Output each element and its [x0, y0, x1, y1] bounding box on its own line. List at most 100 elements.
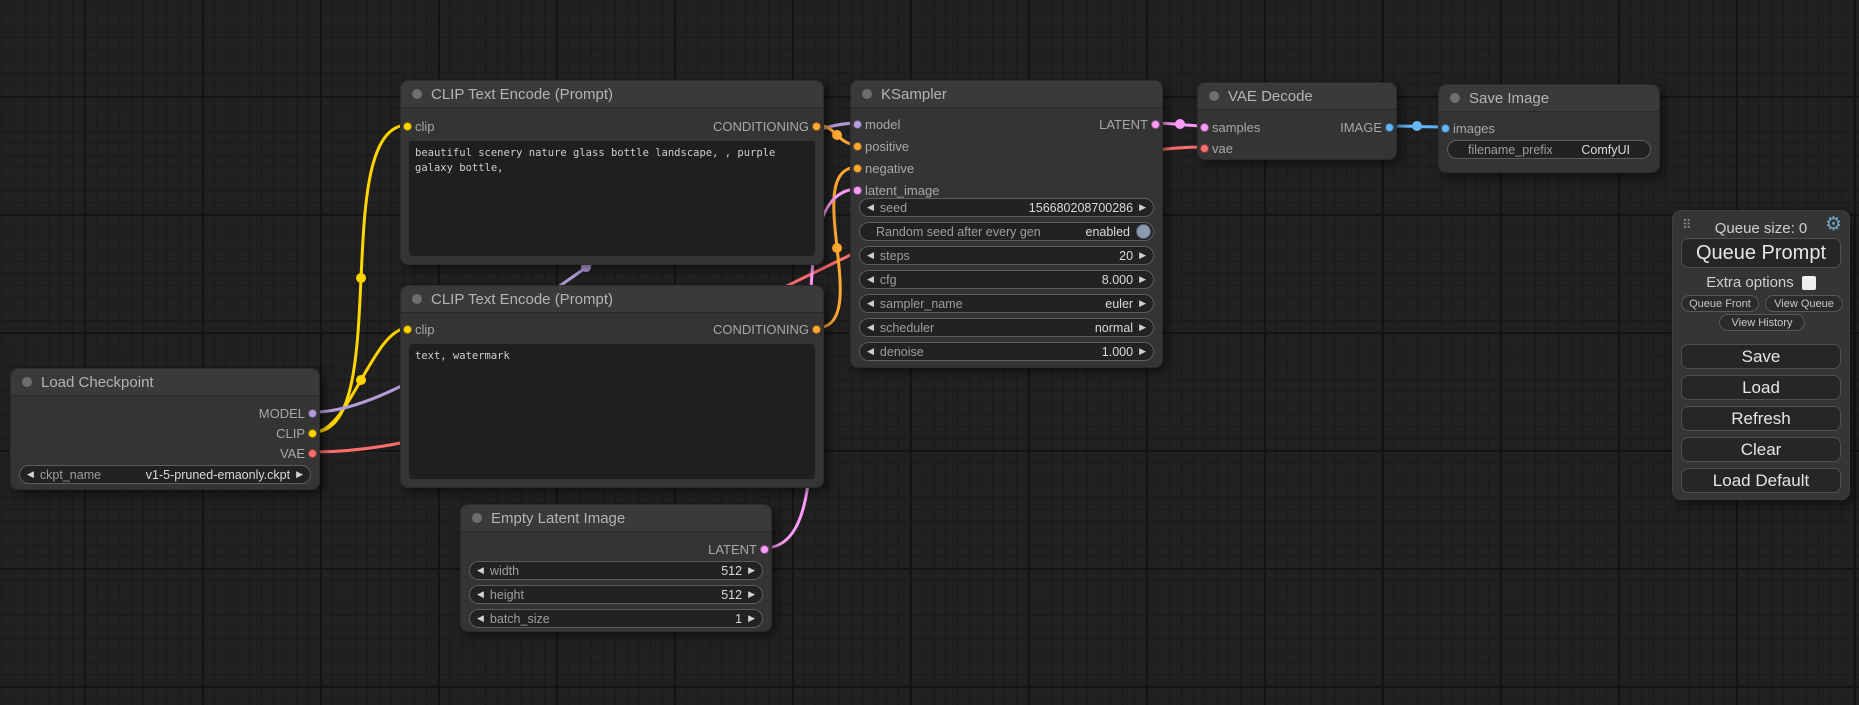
image-output-dot[interactable]: [1385, 123, 1394, 132]
height-widget[interactable]: ◀ height 512 ▶: [469, 585, 763, 604]
conditioning-output-slot[interactable]: CONDITIONING: [713, 117, 809, 135]
node-clip-text-encode-positive[interactable]: CLIP Text Encode (Prompt) clip CONDITION…: [400, 80, 824, 265]
clip-output-dot[interactable]: [308, 429, 317, 438]
node-title-bar[interactable]: CLIP Text Encode (Prompt): [401, 286, 823, 313]
negative-input-slot[interactable]: negative: [865, 159, 914, 177]
load-button[interactable]: Load: [1681, 375, 1841, 400]
increment-arrow-icon[interactable]: ▶: [296, 470, 303, 479]
positive-input-slot[interactable]: positive: [865, 137, 909, 155]
sampler-name-widget[interactable]: ◀ sampler_name euler ▶: [859, 294, 1154, 313]
node-title-bar[interactable]: CLIP Text Encode (Prompt): [401, 81, 823, 108]
increment-arrow-icon[interactable]: ▶: [748, 566, 755, 575]
increment-arrow-icon[interactable]: ▶: [1139, 251, 1146, 260]
random-seed-toggle-widget[interactable]: Random seed after every gen enabled: [859, 222, 1154, 241]
batch-size-widget[interactable]: ◀ batch_size 1 ▶: [469, 609, 763, 628]
samples-input-dot[interactable]: [1200, 123, 1209, 132]
model-output-slot[interactable]: MODEL: [259, 404, 305, 422]
refresh-button[interactable]: Refresh: [1681, 406, 1841, 431]
vae-output-dot[interactable]: [308, 449, 317, 458]
latent-output-slot[interactable]: LATENT: [708, 540, 757, 558]
latent-output-dot[interactable]: [1151, 120, 1160, 129]
queue-prompt-button[interactable]: Queue Prompt: [1681, 238, 1841, 268]
decrement-arrow-icon[interactable]: ◀: [477, 614, 484, 623]
node-title-bar[interactable]: KSampler: [851, 81, 1162, 108]
toggle-circle-icon[interactable]: [1136, 224, 1151, 239]
clip-output-slot[interactable]: CLIP: [276, 424, 305, 442]
negative-input-dot[interactable]: [853, 164, 862, 173]
collapse-dot-icon[interactable]: [412, 89, 422, 99]
decrement-arrow-icon[interactable]: ◀: [867, 299, 874, 308]
node-clip-text-encode-negative[interactable]: CLIP Text Encode (Prompt) clip CONDITION…: [400, 285, 824, 488]
image-output-slot[interactable]: IMAGE: [1340, 118, 1382, 136]
cfg-widget[interactable]: ◀ cfg 8.000 ▶: [859, 270, 1154, 289]
latent-image-input-dot[interactable]: [853, 186, 862, 195]
images-input-dot[interactable]: [1441, 124, 1450, 133]
width-widget[interactable]: ◀ width 512 ▶: [469, 561, 763, 580]
increment-arrow-icon[interactable]: ▶: [1139, 347, 1146, 356]
positive-input-dot[interactable]: [853, 142, 862, 151]
model-input-dot[interactable]: [853, 120, 862, 129]
samples-input-slot[interactable]: samples: [1212, 118, 1260, 136]
images-input-slot[interactable]: images: [1453, 119, 1495, 137]
decrement-arrow-icon[interactable]: ◀: [867, 203, 874, 212]
vae-input-dot[interactable]: [1200, 144, 1209, 153]
decrement-arrow-icon[interactable]: ◀: [867, 275, 874, 284]
model-output-dot[interactable]: [308, 409, 317, 418]
clip-input-dot[interactable]: [403, 325, 412, 334]
collapse-dot-icon[interactable]: [22, 377, 32, 387]
clip-input-slot[interactable]: clip: [415, 320, 435, 338]
decrement-arrow-icon[interactable]: ◀: [867, 347, 874, 356]
increment-arrow-icon[interactable]: ▶: [1139, 299, 1146, 308]
node-title-bar[interactable]: Empty Latent Image: [461, 505, 771, 532]
latent-output-dot[interactable]: [760, 545, 769, 554]
filename-prefix-widget[interactable]: filename_prefix ComfyUI: [1447, 140, 1651, 159]
clear-button[interactable]: Clear: [1681, 437, 1841, 462]
conditioning-output-dot[interactable]: [812, 325, 821, 334]
collapse-dot-icon[interactable]: [472, 513, 482, 523]
node-load-checkpoint[interactable]: Load Checkpoint MODEL CLIP VAE ◀ ckpt_na…: [10, 368, 320, 490]
conditioning-output-slot[interactable]: CONDITIONING: [713, 320, 809, 338]
node-title-bar[interactable]: Save Image: [1439, 85, 1659, 112]
conditioning-output-dot[interactable]: [812, 122, 821, 131]
increment-arrow-icon[interactable]: ▶: [1139, 275, 1146, 284]
steps-widget[interactable]: ◀ steps 20 ▶: [859, 246, 1154, 265]
model-input-slot[interactable]: model: [865, 115, 900, 133]
ckpt-name-widget[interactable]: ◀ ckpt_name v1-5-pruned-emaonly.ckpt ▶: [19, 465, 311, 484]
save-button[interactable]: Save: [1681, 344, 1841, 369]
decrement-arrow-icon[interactable]: ◀: [27, 470, 34, 479]
collapse-dot-icon[interactable]: [1450, 93, 1460, 103]
vae-input-slot[interactable]: vae: [1212, 139, 1233, 157]
decrement-arrow-icon[interactable]: ◀: [477, 590, 484, 599]
increment-arrow-icon[interactable]: ▶: [748, 590, 755, 599]
collapse-dot-icon[interactable]: [862, 89, 872, 99]
prompt-text-area[interactable]: text, watermark: [409, 344, 815, 479]
clip-input-slot[interactable]: clip: [415, 117, 435, 135]
decrement-arrow-icon[interactable]: ◀: [477, 566, 484, 575]
node-title-bar[interactable]: VAE Decode: [1198, 83, 1396, 110]
gear-icon[interactable]: ⚙: [1825, 215, 1842, 234]
node-ksampler[interactable]: KSampler model positive negative latent_…: [850, 80, 1163, 368]
node-title-bar[interactable]: Load Checkpoint: [11, 369, 319, 396]
collapse-dot-icon[interactable]: [1209, 91, 1219, 101]
queue-front-button[interactable]: Queue Front: [1681, 295, 1759, 312]
extra-options-checkbox[interactable]: [1802, 276, 1816, 290]
denoise-widget[interactable]: ◀ denoise 1.000 ▶: [859, 342, 1154, 361]
seed-widget[interactable]: ◀ seed 156680208700286 ▶: [859, 198, 1154, 217]
clip-input-dot[interactable]: [403, 122, 412, 131]
increment-arrow-icon[interactable]: ▶: [1139, 203, 1146, 212]
prompt-text-area[interactable]: beautiful scenery nature glass bottle la…: [409, 141, 815, 256]
increment-arrow-icon[interactable]: ▶: [1139, 323, 1146, 332]
decrement-arrow-icon[interactable]: ◀: [867, 251, 874, 260]
collapse-dot-icon[interactable]: [412, 294, 422, 304]
node-save-image[interactable]: Save Image images filename_prefix ComfyU…: [1438, 84, 1660, 173]
scheduler-widget[interactable]: ◀ scheduler normal ▶: [859, 318, 1154, 337]
view-queue-button[interactable]: View Queue: [1765, 295, 1843, 312]
vae-output-slot[interactable]: VAE: [280, 444, 305, 462]
increment-arrow-icon[interactable]: ▶: [748, 614, 755, 623]
latent-output-slot[interactable]: LATENT: [1099, 115, 1148, 133]
view-history-button[interactable]: View History: [1719, 314, 1805, 331]
latent-image-input-slot[interactable]: latent_image: [865, 181, 939, 199]
decrement-arrow-icon[interactable]: ◀: [867, 323, 874, 332]
node-empty-latent-image[interactable]: Empty Latent Image LATENT ◀ width 512 ▶ …: [460, 504, 772, 632]
load-default-button[interactable]: Load Default: [1681, 468, 1841, 493]
